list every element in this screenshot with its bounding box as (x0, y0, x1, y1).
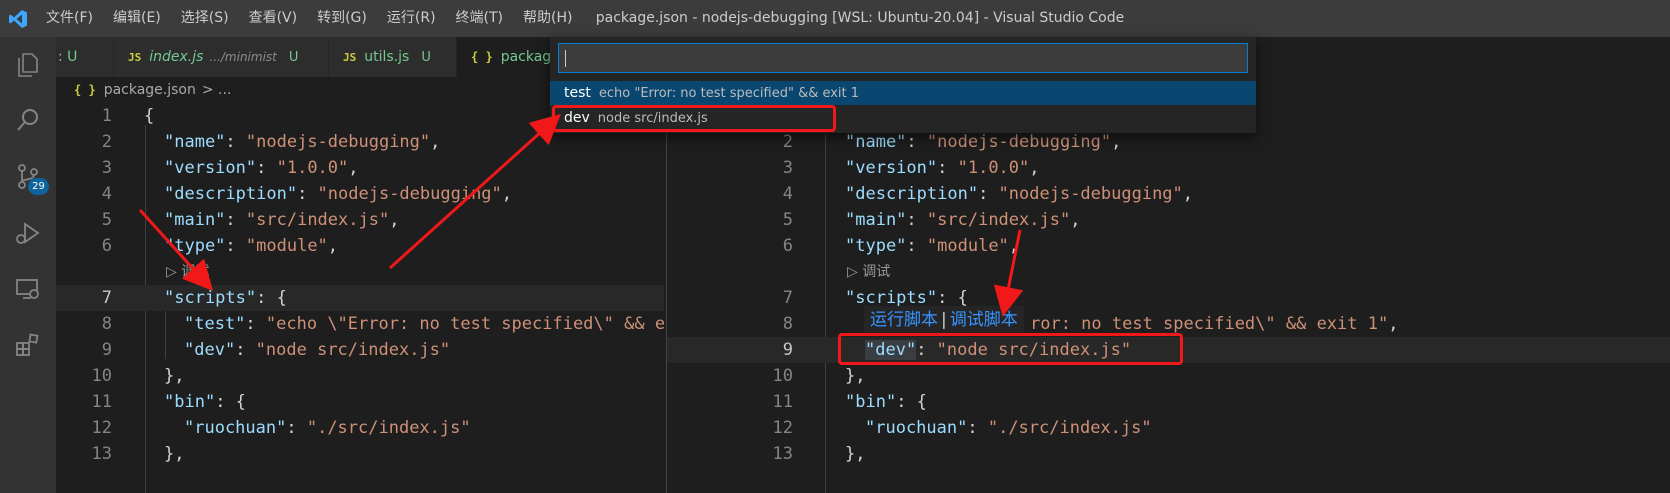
breadcrumb: { } package.json > ... (74, 77, 231, 103)
extensions-icon[interactable] (0, 321, 56, 369)
title-bar: 文件(F) 编辑(E) 选择(S) 查看(V) 转到(G) 运行(R) 终端(T… (0, 0, 1670, 37)
debug-codelens[interactable]: ▷ 调试 (166, 259, 209, 285)
scm-badge: 29 (28, 178, 49, 195)
search-icon[interactable] (0, 96, 56, 144)
menu-view[interactable]: 查看(V) (239, 0, 308, 37)
menu-go[interactable]: 转到(G) (307, 0, 377, 37)
run-debug-icon[interactable] (0, 209, 56, 257)
script-hover: 运行脚本 | 调试脚本 (864, 306, 1024, 334)
json-file-icon: { } (74, 83, 96, 97)
run-script-link[interactable]: 运行脚本 (870, 310, 938, 330)
menu-help[interactable]: 帮助(H) (513, 0, 582, 37)
quick-pick-item-test[interactable]: test echo "Error: no test specified" && … (550, 81, 1256, 105)
menu-file[interactable]: 文件(F) (36, 0, 103, 37)
tab-index-js[interactable]: JS index.js .../minimist U (114, 37, 329, 77)
json-file-icon: { } (471, 50, 493, 64)
tab-utils-js[interactable]: JS utils.js U (329, 37, 457, 77)
menu-bar: 文件(F) 编辑(E) 选择(S) 查看(V) 转到(G) 运行(R) 终端(T… (36, 0, 582, 37)
highlight-dev-line (838, 333, 1183, 365)
breadcrumb-rest[interactable]: > ... (202, 82, 232, 98)
js-file-icon: JS (128, 50, 142, 64)
breadcrumb-file[interactable]: package.json (104, 82, 196, 98)
remote-explorer-icon[interactable] (0, 265, 56, 313)
menu-terminal[interactable]: 终端(T) (446, 0, 513, 37)
menu-selection[interactable]: 选择(S) (171, 0, 239, 37)
source-control-icon[interactable] (0, 152, 56, 200)
activity-bar: 29 (0, 37, 56, 493)
js-file-icon: JS (343, 50, 357, 64)
tab-truncated[interactable]: : U (56, 37, 114, 77)
debug-codelens[interactable]: ▷ 调试 (847, 259, 890, 285)
vscode-logo-icon[interactable] (0, 0, 36, 37)
menu-run[interactable]: 运行(R) (377, 0, 446, 37)
debug-script-link[interactable]: 调试脚本 (950, 310, 1018, 330)
explorer-icon[interactable] (0, 41, 56, 89)
highlight-dev-item (552, 105, 836, 132)
menu-edit[interactable]: 编辑(E) (103, 0, 171, 37)
quick-pick-input[interactable] (558, 43, 1248, 73)
